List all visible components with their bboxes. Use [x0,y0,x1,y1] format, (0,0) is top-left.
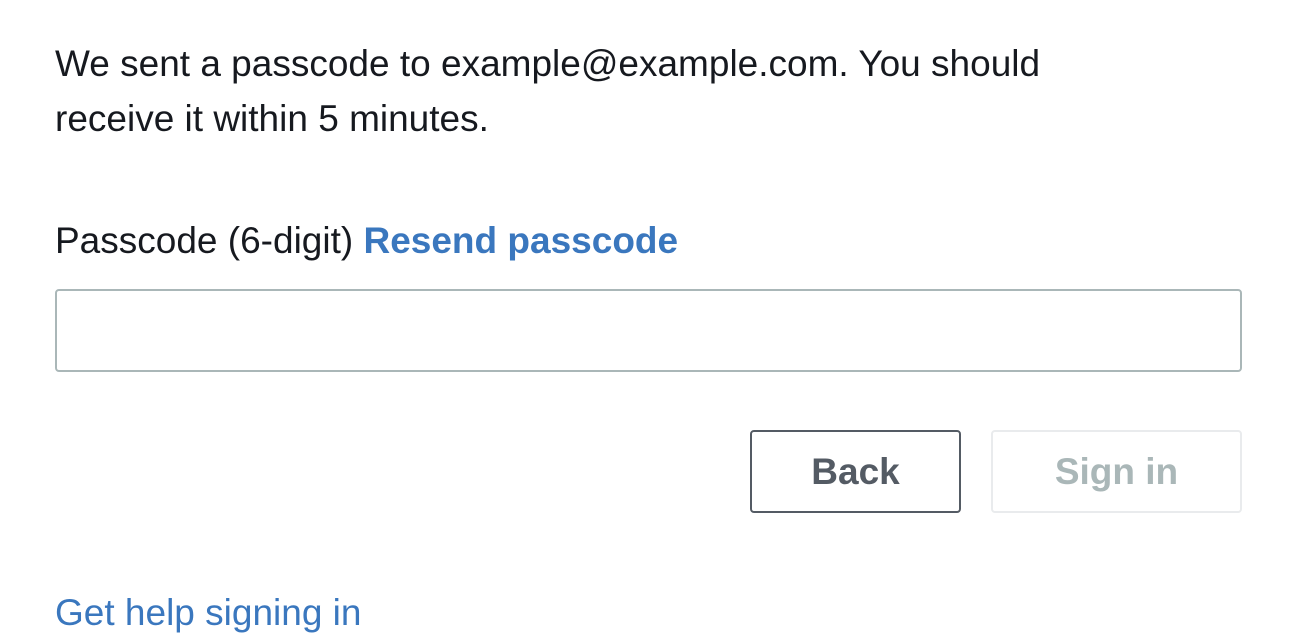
passcode-input[interactable] [55,289,1242,372]
back-button[interactable]: Back [750,430,961,513]
sign-in-button[interactable]: Sign in [991,430,1242,513]
get-help-signing-in-link[interactable]: Get help signing in [55,585,361,640]
passcode-form: We sent a passcode to example@example.co… [55,36,1242,640]
resend-passcode-link[interactable]: Resend passcode [363,220,678,261]
passcode-sent-message: We sent a passcode to example@example.co… [55,43,1041,139]
passcode-label: Passcode (6-digit) [55,220,354,261]
form-actions: Back Sign in [55,430,1242,513]
passcode-label-row: Passcode (6-digit) Resend passcode [55,213,1242,268]
